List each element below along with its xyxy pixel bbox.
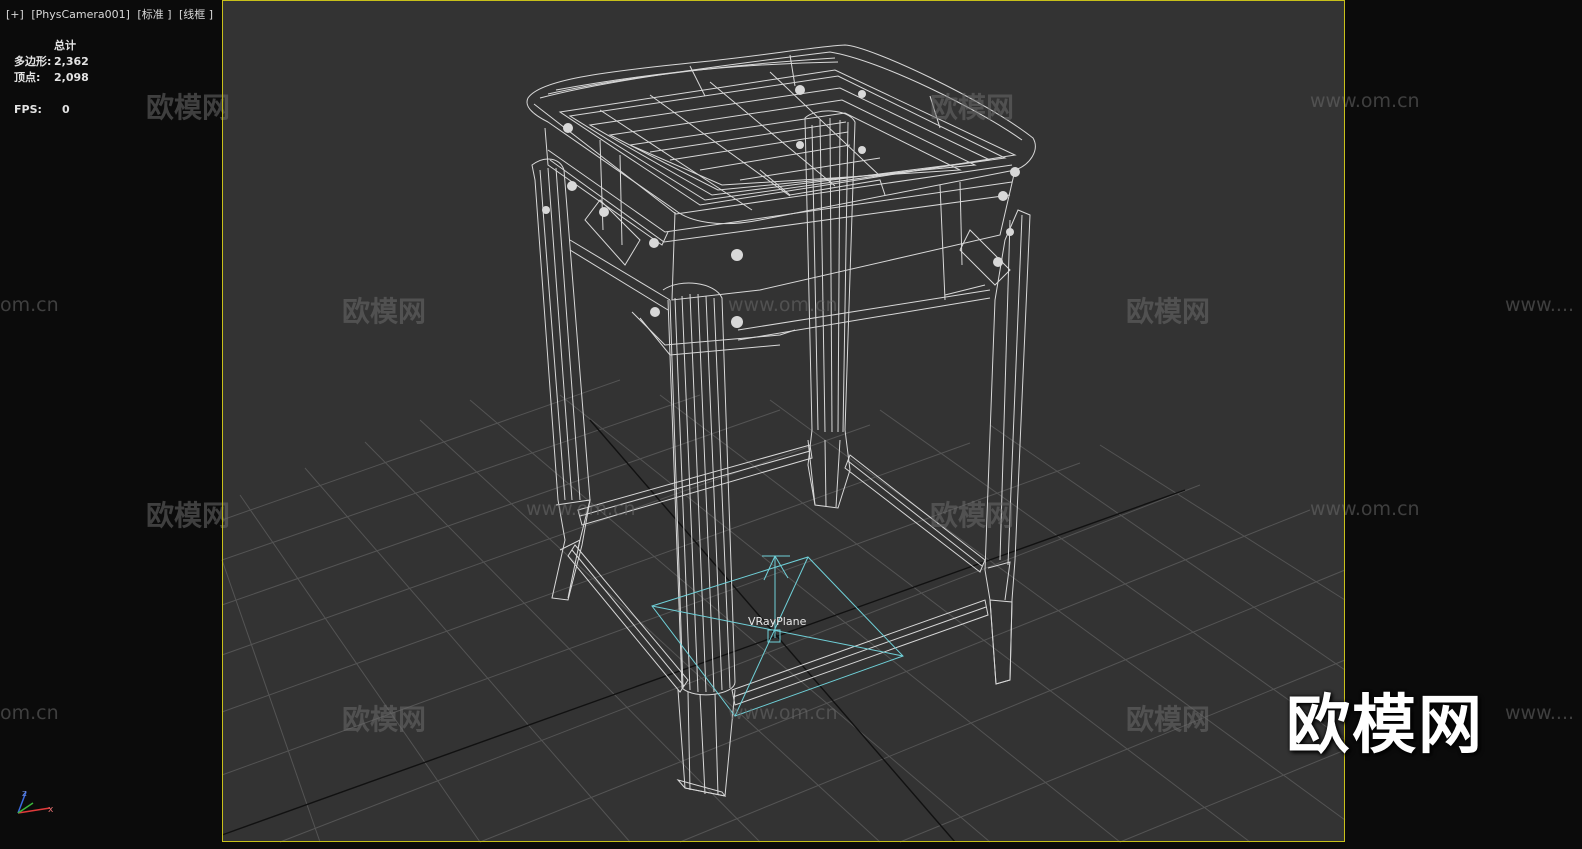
axis-z-label: z (22, 789, 27, 799)
watermark-url: om.cn (0, 294, 59, 316)
vertices-value: 2,098 (54, 71, 89, 84)
viewport-label-menu[interactable]: [+] [PhysCamera001] [标准 ] [线框 ] (6, 6, 217, 22)
watermark-text: 欧模网 (930, 499, 1015, 532)
watermark-url: www.om.cn (526, 498, 636, 520)
stats-header: 总计 (54, 39, 76, 52)
stats-fps: FPS: 0 (14, 102, 89, 118)
fps-label: FPS: (14, 103, 42, 116)
vertices-label: 顶点: (14, 71, 41, 84)
watermark-url: www.om.cn (1310, 90, 1420, 112)
watermark-text: 欧模网 (342, 703, 427, 736)
watermark-url: om.cn (0, 702, 59, 724)
viewport-display-mode-menu[interactable]: [线框 ] (179, 8, 213, 21)
stats-polygons: 多边形: 2,362 (14, 54, 89, 70)
watermark-text: 欧模网 (342, 295, 427, 328)
fps-value: 0 (62, 103, 70, 116)
vrayplane-object-label: VRayPlane (748, 615, 807, 628)
polygons-label: 多边形: (14, 55, 52, 68)
watermark-text: 欧模网 (1126, 295, 1211, 328)
watermark-url: www.om.cn (1310, 498, 1420, 520)
watermark-text: 欧模网 (930, 91, 1015, 124)
stats-vertices: 顶点: 2,098 (14, 70, 89, 86)
watermark-text: 欧模网 (146, 91, 231, 124)
axis-x-label: x (48, 805, 54, 815)
watermark-url: www.om.cn (728, 294, 838, 316)
viewport-shading-menu[interactable]: [标准 ] (137, 8, 171, 21)
brand-watermark-logo: 欧模网 (1286, 689, 1484, 763)
statistics-overlay: 总计 多边形: 2,362 顶点: 2,098 FPS: 0 (14, 38, 89, 118)
viewport-camera-menu[interactable]: [PhysCamera001] (31, 8, 130, 21)
viewport-plus-menu[interactable]: [+] (6, 8, 24, 21)
watermark-url: www.... (1505, 294, 1575, 316)
watermark-text: 欧模网 (1126, 703, 1211, 736)
watermark-text: 欧模网 (146, 499, 231, 532)
polygons-value: 2,362 (54, 55, 89, 68)
watermark-url: www.om.cn (728, 702, 838, 724)
watermark-url: www.... (1505, 702, 1575, 724)
